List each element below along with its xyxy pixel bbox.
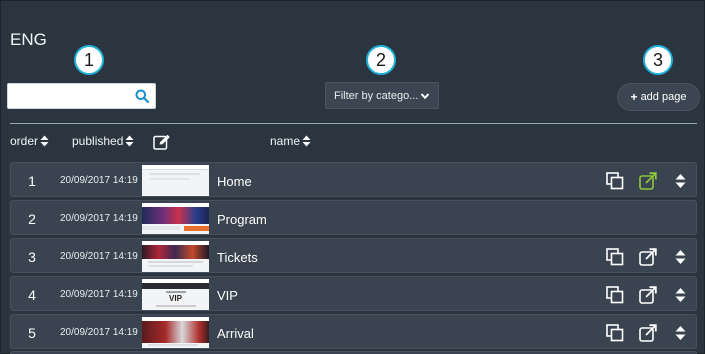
row-order: 3 [28, 249, 36, 265]
table-row[interactable]: 2 20/09/2017 14:19 Program [10, 200, 697, 235]
sort-icon [302, 135, 311, 147]
language-label: ENG [10, 30, 47, 49]
external-link-icon[interactable] [639, 172, 657, 190]
column-published-label: published [72, 134, 124, 148]
sort-icon[interactable] [675, 248, 686, 266]
copy-icon[interactable] [606, 172, 624, 190]
copy-icon[interactable] [606, 286, 624, 304]
page-thumbnail [142, 241, 209, 272]
column-order-label: order [10, 134, 39, 148]
row-published: 20/09/2017 14:19 [60, 327, 138, 338]
edit-icon [153, 134, 170, 150]
table-row[interactable]: 4 20/09/2017 14:19 VIP VIP [10, 276, 697, 311]
external-link-icon[interactable] [639, 286, 657, 304]
divider [10, 123, 697, 124]
page-thumbnail [142, 317, 209, 348]
row-name: Tickets [217, 250, 258, 265]
sort-icon[interactable] [675, 172, 686, 190]
page-thumbnail [142, 203, 209, 234]
row-order: 1 [28, 173, 36, 189]
search-input[interactable] [8, 84, 128, 108]
row-published: 20/09/2017 14:19 [60, 289, 138, 300]
column-name-header[interactable]: name [270, 134, 311, 148]
column-order-header[interactable]: order [10, 134, 49, 148]
add-page-label: add page [640, 91, 687, 103]
sort-icon[interactable] [675, 324, 686, 342]
search-box [7, 83, 156, 109]
copy-icon[interactable] [606, 248, 624, 266]
row-published: 20/09/2017 14:19 [60, 251, 138, 262]
row-order: 2 [28, 211, 36, 227]
table-row[interactable]: 1 20/09/2017 14:19 Home [10, 162, 697, 197]
thumbnail-vip-text: VIP [169, 294, 182, 303]
table-row[interactable]: 5 20/09/2017 14:19 Arrival [10, 314, 697, 349]
column-published-header[interactable]: published [72, 134, 134, 148]
row-name: Home [217, 174, 252, 189]
sort-icon [125, 135, 134, 147]
callout-3: 3 [643, 45, 673, 75]
table-row[interactable]: 3 20/09/2017 14:19 Tickets [10, 238, 697, 273]
chevron-down-icon [420, 93, 430, 100]
row-published: 20/09/2017 14:19 [60, 213, 138, 224]
search-icon[interactable] [135, 89, 149, 103]
add-page-button[interactable]: + add page [617, 83, 700, 111]
page-thumbnail: VIP [142, 279, 209, 310]
external-link-icon[interactable] [639, 248, 657, 266]
row-name: Program [217, 212, 267, 227]
category-filter-select[interactable]: Filter by catego... [325, 82, 439, 109]
callout-1: 1 [74, 45, 104, 75]
row-published: 20/09/2017 14:19 [60, 175, 138, 186]
callout-2: 2 [366, 45, 396, 75]
row-name: VIP [217, 288, 238, 303]
sort-icon[interactable] [675, 286, 686, 304]
column-name-label: name [270, 134, 301, 148]
filter-label: Filter by catego... [334, 89, 419, 102]
row-order: 5 [28, 325, 36, 341]
external-link-icon[interactable] [639, 324, 657, 342]
row-order: 4 [28, 287, 36, 303]
row-name: Arrival [217, 326, 254, 341]
copy-icon[interactable] [606, 324, 624, 342]
plus-icon: + [630, 90, 638, 104]
sort-icon [40, 135, 49, 147]
page-thumbnail [142, 165, 209, 196]
